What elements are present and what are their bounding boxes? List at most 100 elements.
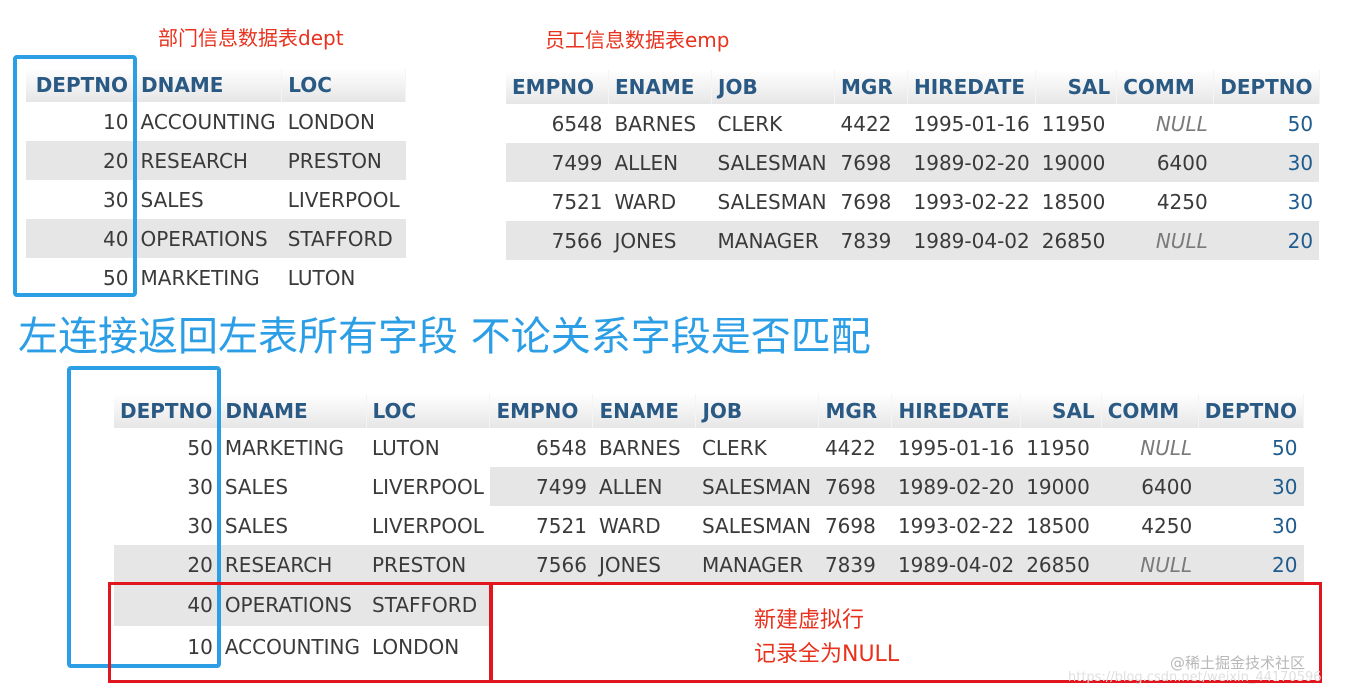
table-row: 20 RESEARCH PRESTON 7566 JONES MANAGER 7… [114,545,1304,584]
cell: SALESMAN [717,189,827,214]
emp-table: EMPNO ENAME JOB MGR HIREDATE SAL COMM DE… [506,70,1320,260]
result-col-job: JOB [695,394,820,428]
note-line-2: 记录全为NULL [754,642,900,667]
cell: 7499 [489,467,593,506]
cell: 30 [1198,467,1304,506]
cell: NULL [1116,221,1214,260]
cell: NULL [1140,435,1193,460]
emp-col-ename: ENAME [608,70,712,104]
emp-header-row: EMPNO ENAME JOB MGR HIREDATE SAL COMM DE… [506,70,1320,104]
cell: 4422 [824,435,876,460]
main-caption: 左连接返回左表所有字段 不论关系字段是否匹配 [18,314,871,360]
virtual-row-note: 新建虚拟行 记录全为NULL [754,604,899,672]
emp-col-sal: SAL [1035,70,1118,104]
cell: 26850 [1035,221,1117,260]
cell: JONES [592,545,696,584]
note-line-1: 新建虚拟行 [754,608,865,633]
cell: 4422 [840,111,892,136]
cell: SALESMAN [701,513,812,538]
cell: 18500 [1041,189,1106,214]
cell: 7839 [834,221,908,260]
cell: CLERK [701,435,767,460]
cell: 7698 [818,467,892,506]
result-header-row: DEPTNO DNAME LOC EMPNO ENAME JOB MGR HIR… [114,394,1305,428]
cell: 30 [1213,143,1320,182]
result-col-dname: DNAME [218,394,367,428]
cell: BARNES [614,111,697,136]
cell: SALES [224,513,289,538]
cell: 6400 [1116,143,1214,182]
result-col-mgr: MGR [818,394,893,428]
dept-deptno-highlight-box [13,55,137,297]
cell: 7521 [536,513,587,538]
table-row: 7499 ALLEN SALESMAN 7698 1989-02-20 1900… [506,143,1320,182]
cell: 6548 [551,111,603,136]
cell: LIVERPOOL [372,513,484,538]
dept-col-loc: LOC [281,68,407,102]
table-row: 7566 JONES MANAGER 7839 1989-04-02 26850… [506,221,1320,260]
table-row: 50 MARKETING LUTON 6548 BARNES CLERK 442… [114,428,1304,467]
cell: 7698 [834,143,908,182]
cell: 7521 [551,189,603,214]
emp-table-title: 员工信息数据表emp [545,28,730,52]
cell: WARD [598,513,661,538]
cell: 30 [1272,513,1298,538]
cell: RESEARCH [218,545,366,584]
cell: 1989-02-20 [907,143,1036,182]
cell: 18500 [1026,513,1090,538]
emp-col-mgr: MGR [834,70,908,104]
table-row: 30 SALES LIVERPOOL 7499 ALLEN SALESMAN 7… [114,467,1304,506]
table-row: 7521 WARD SALESMAN 7698 1993-02-22 18500… [506,182,1319,221]
cell: ALLEN [608,143,712,182]
cell: SALESMAN [711,143,835,182]
cell: 1989-04-02 [891,545,1021,584]
cell: 7698 [824,513,876,538]
cell: NULL [1101,545,1199,584]
cell: BARNES [598,435,681,460]
cell: SALESMAN [695,467,819,506]
cell: 50 [1287,111,1314,136]
cell: MANAGER [695,545,819,584]
cell: WARD [614,189,677,214]
cell: 20 [1198,545,1304,584]
cell: 4250 [1141,513,1193,538]
cell: NULL [1155,111,1208,136]
cell: PRESTON [366,545,490,584]
cell: PRESTON [281,141,406,180]
result-col-sal: SAL [1020,394,1102,428]
cell: 7499 [506,143,609,182]
cell: 7839 [818,545,892,584]
emp-col-empno: EMPNO [506,70,609,104]
cell: 7698 [840,189,892,214]
cell: 1995-01-16 [897,435,1015,460]
cell: ACCOUNTING [140,109,276,134]
cell: ALLEN [592,467,696,506]
result-col-empno: EMPNO [489,394,594,428]
cell: 19000 [1035,143,1117,182]
result-col-ename: ENAME [592,394,697,428]
cell: 1993-02-22 [913,189,1030,214]
cell: STAFFORD [281,219,406,258]
result-col-comm: COMM [1101,394,1199,428]
cell: SALES [140,187,204,212]
cell: LIVERPOOL [366,467,490,506]
cell: 7566 [506,221,609,260]
cell: 20 [1213,221,1320,260]
cell: RESEARCH [134,141,282,180]
emp-col-comm: COMM [1116,70,1215,104]
cell: 11950 [1041,111,1106,136]
emp-col-hiredate: HIREDATE [907,70,1037,104]
cell: MARKETING [140,265,260,290]
cell: OPERATIONS [134,219,282,258]
dept-col-dname: DNAME [134,68,283,102]
cell: 1989-04-02 [907,221,1036,260]
cell: 26850 [1020,545,1102,584]
cell: 1995-01-16 [913,111,1030,136]
cell: 50 [1272,435,1298,460]
cell: 6400 [1101,467,1199,506]
cell: LUTON [287,265,356,290]
cell: 7566 [489,545,593,584]
table-row: 6548 BARNES CLERK 4422 1995-01-16 11950 … [506,104,1319,143]
cell: 19000 [1020,467,1102,506]
result-col-loc: LOC [366,394,491,428]
